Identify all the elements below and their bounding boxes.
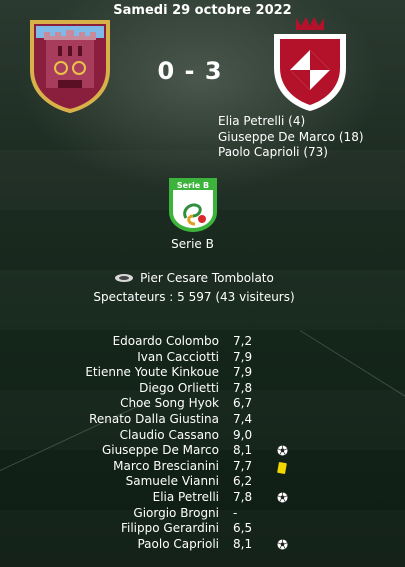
player-rating: 7,9 [233,365,253,380]
player-rating: 7,8 [233,380,253,395]
spectators-count: Spectateurs : 5 597 (43 visiteurs) [93,290,295,304]
player-row[interactable]: Marco Brescianini 7,7 [0,459,405,475]
player-name: Marco Brescianini [113,458,219,473]
player-rating: 6,5 [233,521,253,536]
player-row[interactable]: Elia Petrelli 7,8 [0,490,405,506]
match-report-screen: Samedi 29 octobre 2022 0 - 3 Elia Petrel… [0,0,405,567]
player-name: Etienne Youte Kinkoue [85,365,219,380]
player-row[interactable]: Paolo Caprioli 8,1 [0,537,405,553]
serie-b-logo-icon: Serie B [169,178,217,232]
player-row[interactable]: Claudio Cassano 9,0 [0,428,405,444]
player-rating: 7,8 [233,489,253,504]
player-rating: 8,1 [233,536,253,551]
cittadella-crest-icon [30,20,110,114]
scorer-entry: Giuseppe De Marco (18) [218,129,364,144]
player-name: Giorgio Brogni [133,505,219,520]
player-row[interactable]: Giuseppe De Marco 8,1 [0,443,405,459]
player-row[interactable]: Choe Song Hyok 6,7 [0,396,405,412]
player-row[interactable]: Diego Orlietti 7,8 [0,381,405,397]
player-name: Renato Dalla Giustina [89,411,219,426]
away-team-crest[interactable] [268,14,352,118]
player-row[interactable]: Filippo Gerardini 6,5 [0,521,405,537]
player-name: Giuseppe De Marco [101,443,219,458]
player-row[interactable]: Ivan Cacciotti 7,9 [0,350,405,366]
player-ratings-list: Edoardo Colombo 7,2 Ivan Cacciotti 7,9 Eti… [0,334,405,552]
player-rating: 7,7 [233,458,253,473]
player-rating: 7,2 [233,334,253,348]
sudtirol-crest-icon [274,17,346,111]
competition-logo[interactable]: Serie B [165,176,221,238]
scorer-entry: Elia Petrelli (4) [218,114,306,128]
player-name: Samuele Vianni [125,474,219,489]
match-score: 0 - 3 [157,57,223,85]
stadium-icon [114,272,134,286]
scorer-entry: Paolo Caprioli (73) [218,145,328,159]
player-name: Paolo Caprioli [137,536,219,551]
player-row[interactable]: Giorgio Brogni - [0,506,405,522]
stadium-name: Pier Cesare Tombolato [140,271,274,285]
player-name: Edoardo Colombo [112,334,219,348]
competition-name: Serie B [171,237,214,251]
player-row[interactable]: Renato Dalla Giustina 7,4 [0,412,405,428]
player-rating: - [233,505,238,520]
goal-icon [277,539,288,555]
player-name: Claudio Cassano [119,427,219,442]
goal-scorers-list: Elia Petrelli (4) Giuseppe De Marco (18)… [218,114,364,161]
home-team-crest[interactable] [28,18,112,117]
player-name: Filippo Gerardini [120,521,219,536]
player-name: Choe Song Hyok [120,396,219,411]
player-rating: 7,9 [233,349,253,364]
stadium-info: Pier Cesare Tombolato [0,271,388,286]
player-name: Diego Orlietti [139,380,219,395]
player-rating: 7,4 [233,411,253,426]
player-rating: 6,2 [233,474,253,489]
player-row[interactable]: Etienne Youte Kinkoue 7,9 [0,365,405,381]
player-name: Elia Petrelli [152,489,219,504]
player-row[interactable]: Samuele Vianni 6,2 [0,474,405,490]
player-row[interactable]: Edoardo Colombo 7,2 [0,334,405,350]
player-rating: 6,7 [233,396,253,411]
player-rating: 9,0 [233,427,253,442]
player-name: Ivan Cacciotti [137,349,219,364]
player-rating: 8,1 [233,443,253,458]
competition-logo-text: Serie B [177,181,209,190]
